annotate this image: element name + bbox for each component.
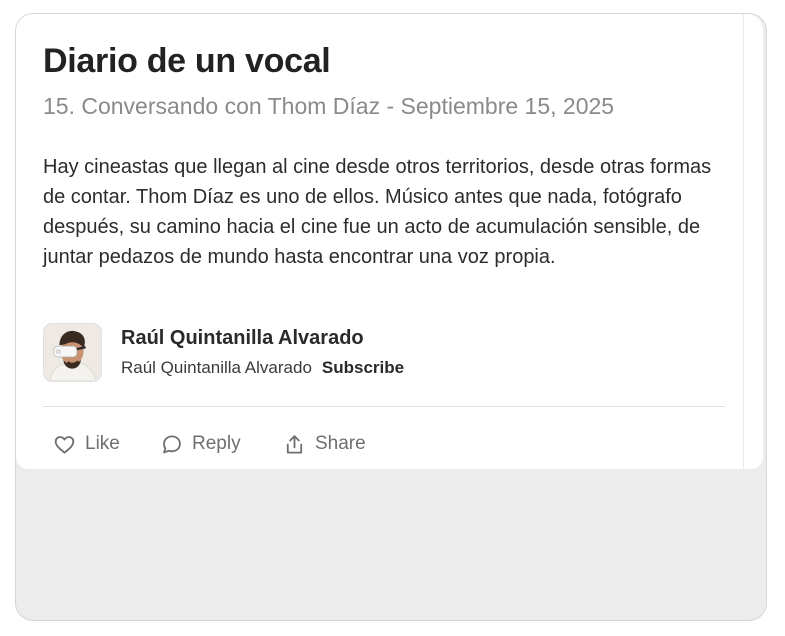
post-title[interactable]: Diario de un vocal — [43, 42, 331, 81]
share-upload-icon — [286, 434, 303, 454]
author-name[interactable]: Raúl Quintanilla Alvarado — [121, 327, 364, 350]
post-subtitle: 15. Conversando con Thom Díaz - Septiemb… — [43, 93, 615, 119]
post-card[interactable]: Diario de un vocal 15. Conversando con T… — [16, 14, 763, 469]
reply-button[interactable]: Reply — [160, 431, 241, 457]
share-button[interactable]: Share — [283, 431, 366, 457]
comment-bubble-icon — [163, 434, 181, 453]
divider — [43, 406, 725, 407]
heart-icon — [54, 435, 75, 454]
person-vr-headset-avatar-icon — [44, 324, 101, 381]
post-excerpt: Hay cineastas que llegan al cine desde o… — [43, 156, 712, 268]
like-label: Like — [85, 433, 120, 454]
like-button[interactable]: Like — [53, 431, 120, 457]
author-avatar[interactable] — [43, 323, 102, 382]
subscribe-button[interactable]: Subscribe — [322, 358, 404, 377]
author-publication[interactable]: Raúl Quintanilla Alvarado — [121, 358, 312, 377]
share-label: Share — [315, 433, 366, 454]
scroll-edge — [743, 14, 744, 469]
author-publication-line: Raúl Quintanilla Alvarado Subscribe — [121, 358, 404, 378]
reply-label: Reply — [192, 433, 241, 454]
embed-frame: Diario de un vocal 15. Conversando con T… — [15, 13, 767, 621]
